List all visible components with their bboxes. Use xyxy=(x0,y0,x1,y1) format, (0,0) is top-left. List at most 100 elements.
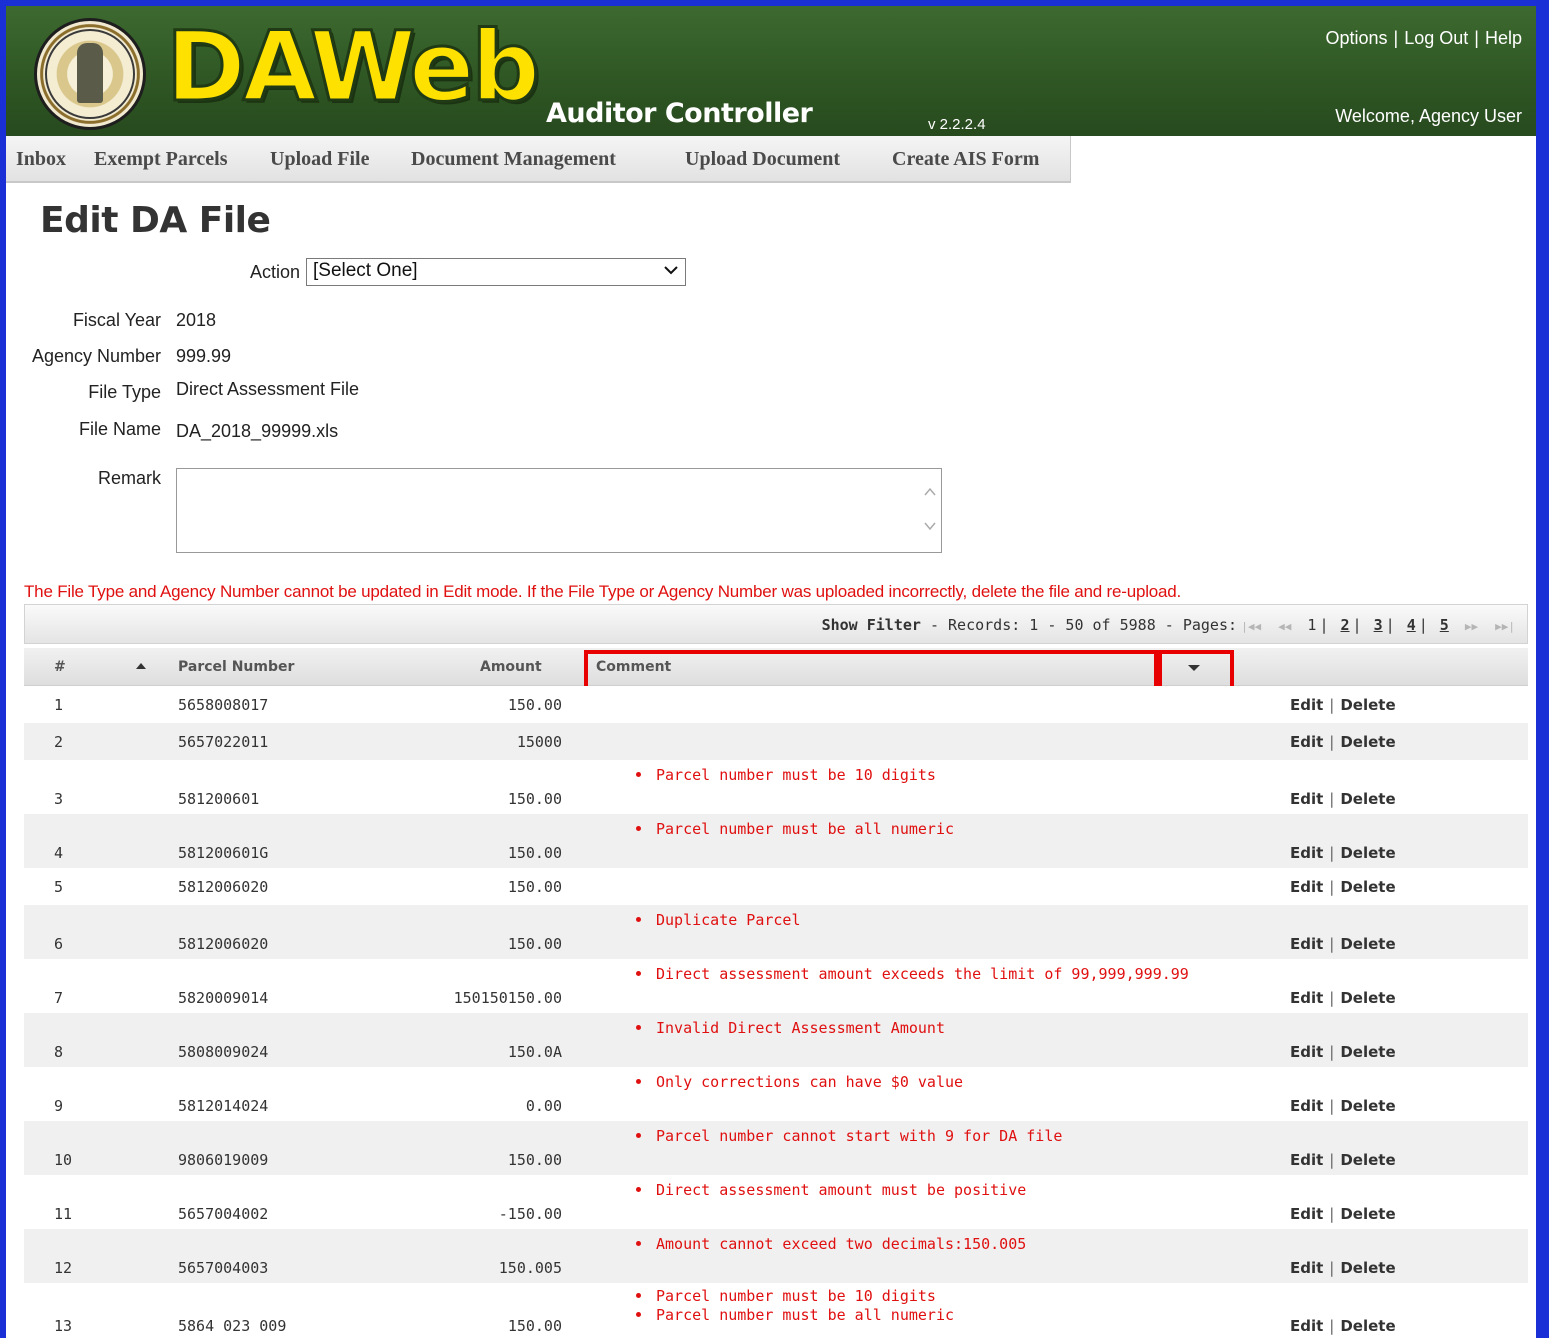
edit-link[interactable]: Edit xyxy=(1290,878,1323,896)
column-menu-dropdown-icon[interactable] xyxy=(1188,665,1200,671)
prev-page-icon[interactable]: ◀◀ xyxy=(1278,620,1291,633)
main-nav: Inbox Exempt Parcels Upload File Documen… xyxy=(6,136,1071,183)
page-link[interactable]: 4 xyxy=(1407,616,1416,634)
row-actions: Edit | Delete xyxy=(1290,696,1396,714)
edit-link[interactable]: Edit xyxy=(1290,790,1323,808)
comment-error: Parcel number must be all numeric xyxy=(634,820,954,839)
amount-value: 150.00 xyxy=(507,696,562,714)
parcel-number: 581200601G xyxy=(178,844,269,862)
action-separator: | xyxy=(1329,1259,1335,1277)
amount-value: 150.00 xyxy=(507,878,562,896)
edit-link[interactable]: Edit xyxy=(1290,1097,1323,1115)
scroll-down-icon[interactable] xyxy=(923,519,937,533)
delete-link[interactable]: Delete xyxy=(1340,935,1395,953)
edit-link[interactable]: Edit xyxy=(1290,1205,1323,1223)
agency-number-label: Agency Number xyxy=(31,346,161,366)
edit-link[interactable]: Edit xyxy=(1290,935,1323,953)
amount-value: -150.00 xyxy=(498,1205,562,1223)
sort-ascending-icon[interactable] xyxy=(136,663,146,669)
records-summary: Show Filter - Records: 1 - 50 of 5988 - … xyxy=(822,616,1237,634)
parcel-number: 581200601 xyxy=(178,790,260,808)
first-page-icon[interactable]: |◀◀ xyxy=(1241,620,1261,633)
edit-link[interactable]: Edit xyxy=(1290,844,1323,862)
column-header-number[interactable]: # xyxy=(54,659,66,675)
amount-value: 15000 xyxy=(516,733,562,751)
action-separator: | xyxy=(1329,989,1335,1007)
row-actions: Edit | Delete xyxy=(1290,844,1396,862)
delete-link[interactable]: Delete xyxy=(1340,696,1395,714)
parcel-number: 5657004002 xyxy=(178,1205,269,1223)
column-header-parcel[interactable]: Parcel Number xyxy=(178,659,294,675)
chevron-down-icon xyxy=(664,266,678,275)
delete-link[interactable]: Delete xyxy=(1340,1205,1395,1223)
comment-list: Duplicate Parcel xyxy=(634,911,801,930)
action-select[interactable]: [Select One] xyxy=(306,258,686,286)
edit-link[interactable]: Edit xyxy=(1290,1151,1323,1169)
edit-link[interactable]: Edit xyxy=(1290,696,1323,714)
delete-link[interactable]: Delete xyxy=(1340,790,1395,808)
delete-link[interactable]: Delete xyxy=(1340,733,1395,751)
action-separator: | xyxy=(1329,878,1335,896)
comment-error: Invalid Direct Assessment Amount xyxy=(634,1019,945,1038)
nav-item-inbox[interactable]: Inbox xyxy=(16,148,66,171)
nav-item-exempt-parcels[interactable]: Exempt Parcels xyxy=(94,148,228,171)
app-logo-text: DAWeb xyxy=(165,11,542,124)
page-link[interactable]: 2 xyxy=(1341,616,1350,634)
page-title: Edit DA File xyxy=(40,200,271,241)
comment-list: Parcel number cannot start with 9 for DA… xyxy=(634,1127,1062,1146)
comment-error: Parcel number cannot start with 9 for DA… xyxy=(634,1127,1062,1146)
delete-link[interactable]: Delete xyxy=(1340,989,1395,1007)
action-separator: | xyxy=(1329,1205,1335,1223)
parcel-number: 5658008017 xyxy=(178,696,269,714)
action-separator: | xyxy=(1329,1043,1335,1061)
parcel-number: 5812014024 xyxy=(178,1097,269,1115)
page-link[interactable]: 5 xyxy=(1440,616,1449,634)
logout-link[interactable]: Log Out xyxy=(1404,28,1468,48)
options-link[interactable]: Options xyxy=(1326,28,1388,48)
parcel-number: 5812006020 xyxy=(178,935,269,953)
parcel-number: 5820009014 xyxy=(178,989,269,1007)
amount-value: 150.00 xyxy=(507,790,562,808)
next-page-icon[interactable]: ▶▶ xyxy=(1465,620,1478,633)
help-link[interactable]: Help xyxy=(1485,28,1522,48)
edit-link[interactable]: Edit xyxy=(1290,1317,1323,1335)
delete-link[interactable]: Delete xyxy=(1340,1259,1395,1277)
table-row: 7 5820009014 150150150.00 Direct assessment… xyxy=(24,959,1528,1013)
delete-link[interactable]: Delete xyxy=(1340,1043,1395,1061)
edit-link[interactable]: Edit xyxy=(1290,1043,1323,1061)
show-filter-link[interactable]: Show Filter xyxy=(822,616,921,634)
action-separator: | xyxy=(1329,1097,1335,1115)
nav-item-upload-file[interactable]: Upload File xyxy=(270,148,369,171)
grid-toolbar: Show Filter - Records: 1 - 50 of 5988 - … xyxy=(24,604,1528,644)
pager: |◀◀ ◀◀ 1 | 2 | 3 | 4 | 5 ▶▶ ▶▶| xyxy=(1241,616,1515,634)
nav-item-upload-document[interactable]: Upload Document xyxy=(685,148,840,171)
file-name-value: DA_2018_99999.xls xyxy=(176,421,339,441)
column-header-amount[interactable]: Amount xyxy=(480,659,542,675)
last-page-icon[interactable]: ▶▶| xyxy=(1495,620,1515,633)
delete-link[interactable]: Delete xyxy=(1340,1317,1395,1335)
nav-item-create-ais-form[interactable]: Create AIS Form xyxy=(892,148,1039,171)
amount-value: 150.005 xyxy=(498,1259,562,1277)
table-row: 2 5657022011 15000 Edit | Delete xyxy=(24,723,1528,760)
table-row: 6 5812006020 150.00 Duplicate Parcel Edit | De… xyxy=(24,905,1528,959)
agency-number-value: 999.99 xyxy=(176,346,232,366)
remark-label: Remark xyxy=(97,468,161,488)
delete-link[interactable]: Delete xyxy=(1340,1097,1395,1115)
action-label: Action xyxy=(249,262,300,282)
file-type-value: Direct Assessment File xyxy=(176,379,360,399)
delete-link[interactable]: Delete xyxy=(1340,844,1395,862)
remark-textarea[interactable] xyxy=(176,468,942,553)
edit-link[interactable]: Edit xyxy=(1290,733,1323,751)
delete-link[interactable]: Delete xyxy=(1340,878,1395,896)
delete-link[interactable]: Delete xyxy=(1340,1151,1395,1169)
scroll-up-icon[interactable] xyxy=(923,485,937,499)
edit-link[interactable]: Edit xyxy=(1290,989,1323,1007)
parcel-number: 5864 023 009 xyxy=(178,1317,287,1335)
department-title: Auditor Controller xyxy=(546,98,813,129)
row-number: 6 xyxy=(54,935,64,953)
page-link[interactable]: 3 xyxy=(1374,616,1383,634)
comment-error: Amount cannot exceed two decimals:150.00… xyxy=(634,1235,1026,1254)
nav-item-document-management[interactable]: Document Management xyxy=(411,148,616,171)
seal-figure xyxy=(77,43,103,103)
edit-link[interactable]: Edit xyxy=(1290,1259,1323,1277)
